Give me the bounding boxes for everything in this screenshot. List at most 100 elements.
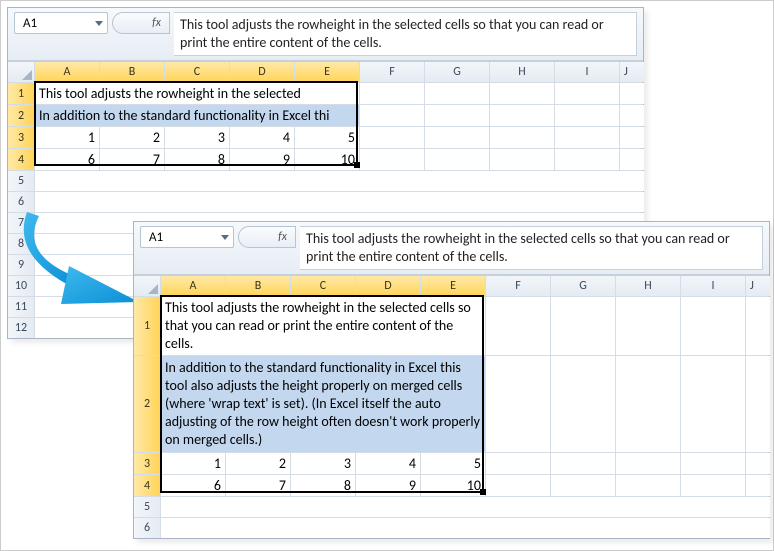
cell[interactable] <box>490 149 554 170</box>
cell[interactable] <box>746 356 770 452</box>
cell[interactable] <box>555 149 619 170</box>
col-header[interactable]: A <box>35 62 99 82</box>
cell[interactable] <box>425 83 489 104</box>
row-header[interactable]: 9 <box>8 255 34 275</box>
cell[interactable] <box>746 453 770 474</box>
col-header[interactable]: A <box>161 276 225 296</box>
cell[interactable]: 4 <box>356 453 420 474</box>
row-header[interactable]: 4 <box>134 475 160 496</box>
formula-input[interactable]: This tool adjusts the rowheight in the s… <box>300 226 763 270</box>
cell[interactable] <box>35 171 644 191</box>
cell[interactable]: 6 <box>161 475 225 496</box>
cell[interactable] <box>746 475 770 496</box>
cell[interactable] <box>681 453 745 474</box>
cell[interactable] <box>555 83 619 104</box>
col-header[interactable]: B <box>226 276 290 296</box>
cell[interactable]: 5 <box>421 453 485 474</box>
cell[interactable] <box>620 149 644 170</box>
cell[interactable] <box>486 297 550 355</box>
cell[interactable]: 7 <box>100 149 164 170</box>
cell[interactable] <box>551 475 615 496</box>
cell[interactable] <box>681 475 745 496</box>
col-header[interactable]: D <box>356 276 420 296</box>
row-header[interactable]: 6 <box>8 192 34 212</box>
col-header[interactable]: C <box>165 62 229 82</box>
col-header[interactable]: D <box>230 62 294 82</box>
col-header[interactable]: E <box>421 276 485 296</box>
row-header[interactable]: 8 <box>8 234 34 254</box>
col-header[interactable]: F <box>486 276 550 296</box>
cell[interactable]: In addition to the standard functionalit… <box>35 105 359 126</box>
cell[interactable] <box>616 475 680 496</box>
cell[interactable]: 1 <box>161 453 225 474</box>
row-header[interactable]: 12 <box>8 318 34 338</box>
cell[interactable]: 6 <box>35 149 99 170</box>
cell[interactable] <box>360 105 424 126</box>
row-header[interactable]: 7 <box>8 213 34 233</box>
col-header[interactable]: C <box>291 276 355 296</box>
col-header[interactable]: J <box>620 62 644 82</box>
cell[interactable] <box>681 297 745 355</box>
cell[interactable] <box>681 356 745 452</box>
cell[interactable] <box>490 83 554 104</box>
formula-input[interactable]: This tool adjusts the rowheight in the s… <box>174 12 637 56</box>
cell[interactable]: 8 <box>291 475 355 496</box>
cell[interactable] <box>620 127 644 148</box>
cell[interactable]: 5 <box>295 127 359 148</box>
cell[interactable]: This tool adjusts the rowheight in the s… <box>161 297 485 355</box>
cell[interactable] <box>490 105 554 126</box>
row-header[interactable]: 3 <box>134 453 160 474</box>
cell[interactable]: 9 <box>356 475 420 496</box>
cell[interactable]: 8 <box>165 149 229 170</box>
cell[interactable] <box>620 105 644 126</box>
cell[interactable]: 1 <box>35 127 99 148</box>
cell[interactable]: In addition to the standard functionalit… <box>161 356 485 452</box>
cell[interactable] <box>35 192 644 212</box>
row-header[interactable]: 11 <box>8 297 34 317</box>
col-header[interactable]: G <box>551 276 615 296</box>
cell[interactable] <box>425 149 489 170</box>
select-all-corner[interactable] <box>134 276 160 296</box>
cell[interactable]: This tool adjusts the rowheight in the s… <box>35 83 359 104</box>
chevron-down-icon[interactable] <box>95 21 103 26</box>
cell[interactable] <box>616 453 680 474</box>
cell[interactable]: 2 <box>226 453 290 474</box>
cell[interactable] <box>486 453 550 474</box>
select-all-corner[interactable] <box>8 62 34 82</box>
row-header[interactable]: 1 <box>134 297 160 355</box>
cell[interactable] <box>360 83 424 104</box>
cell[interactable] <box>616 297 680 355</box>
row-header[interactable]: 2 <box>8 105 34 126</box>
cell[interactable] <box>490 127 554 148</box>
col-header[interactable]: E <box>295 62 359 82</box>
cell[interactable] <box>486 356 550 452</box>
row-header[interactable]: 5 <box>8 171 34 191</box>
spreadsheet-grid[interactable]: A B C D E F G H I J 1 This tool adjusts … <box>134 275 769 538</box>
cell[interactable] <box>555 127 619 148</box>
cell[interactable]: 3 <box>291 453 355 474</box>
fx-button[interactable]: fx <box>112 12 170 34</box>
cell[interactable] <box>360 149 424 170</box>
col-header[interactable]: J <box>746 276 770 296</box>
row-header[interactable]: 10 <box>8 276 34 296</box>
name-box[interactable]: A1 <box>14 12 108 34</box>
cell[interactable] <box>620 83 644 104</box>
row-header[interactable]: 5 <box>134 497 160 517</box>
cell[interactable] <box>360 127 424 148</box>
cell[interactable] <box>161 497 770 517</box>
cell[interactable]: 10 <box>421 475 485 496</box>
col-header[interactable]: B <box>100 62 164 82</box>
cell[interactable] <box>161 518 770 538</box>
row-header[interactable]: 6 <box>134 518 160 538</box>
fx-button[interactable]: fx <box>238 226 296 248</box>
col-header[interactable]: H <box>616 276 680 296</box>
cell[interactable]: 7 <box>226 475 290 496</box>
col-header[interactable]: H <box>490 62 554 82</box>
cell[interactable]: 10 <box>295 149 359 170</box>
cell[interactable] <box>551 356 615 452</box>
row-header[interactable]: 3 <box>8 127 34 148</box>
col-header[interactable]: I <box>555 62 619 82</box>
chevron-down-icon[interactable] <box>221 235 229 240</box>
row-header[interactable]: 1 <box>8 83 34 104</box>
cell[interactable] <box>555 105 619 126</box>
